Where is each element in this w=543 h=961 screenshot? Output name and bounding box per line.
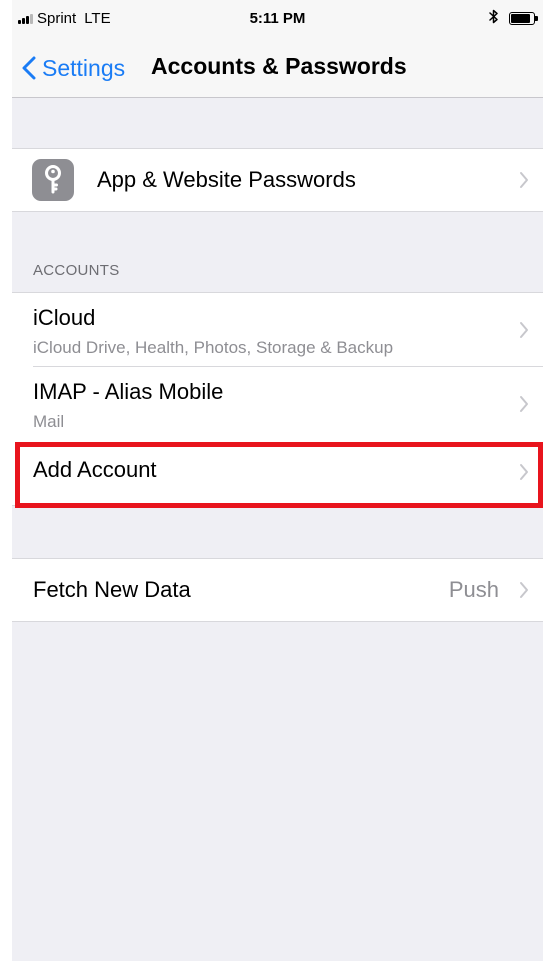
account-subtitle: Mail [33,412,65,431]
fetch-value: Push [448,577,499,602]
add-account-row[interactable]: Add Account [12,441,543,505]
chevron-left-icon [22,56,36,80]
fetch-new-data-row[interactable]: Fetch New Data Push [12,559,543,621]
account-title: IMAP - Alias Mobile [33,379,224,404]
fetch-new-data-label: Fetch New Data [33,577,191,602]
chevron-right-icon [519,581,529,604]
passwords-group: App & Website Passwords [12,148,543,212]
battery-icon [509,11,539,25]
bluetooth-icon [489,9,499,27]
accounts-group: iCloud iCloud Drive, Health, Photos, Sto… [12,292,543,506]
fetch-group: Fetch New Data Push [12,558,543,622]
chevron-right-icon [519,463,529,486]
account-row-imap[interactable]: IMAP - Alias Mobile Mail [12,367,543,441]
navigation-bar: Settings Accounts & Passwords [12,40,543,98]
back-button[interactable]: Settings [22,50,125,86]
accounts-section-header: ACCOUNTS [33,262,120,279]
key-icon [32,159,74,201]
app-website-passwords-row[interactable]: App & Website Passwords [12,149,543,211]
chevron-right-icon [519,171,529,194]
account-title: iCloud [33,305,96,330]
app-website-passwords-label: App & Website Passwords [97,167,356,192]
status-bar: Sprint LTE 5:11 PM [12,0,543,40]
chevron-right-icon [519,395,529,418]
chevron-right-icon [519,321,529,344]
page-title: Accounts & Passwords [151,53,407,79]
account-subtitle: iCloud Drive, Health, Photos, Storage & … [33,338,394,357]
add-account-label: Add Account [33,457,157,482]
status-right [489,9,539,27]
back-label: Settings [42,54,126,81]
settings-screen: Sprint LTE 5:11 PM Settings Accounts & P… [12,0,543,961]
status-time: 5:11 PM [249,10,306,27]
account-row-icloud[interactable]: iCloud iCloud Drive, Health, Photos, Sto… [12,293,543,367]
